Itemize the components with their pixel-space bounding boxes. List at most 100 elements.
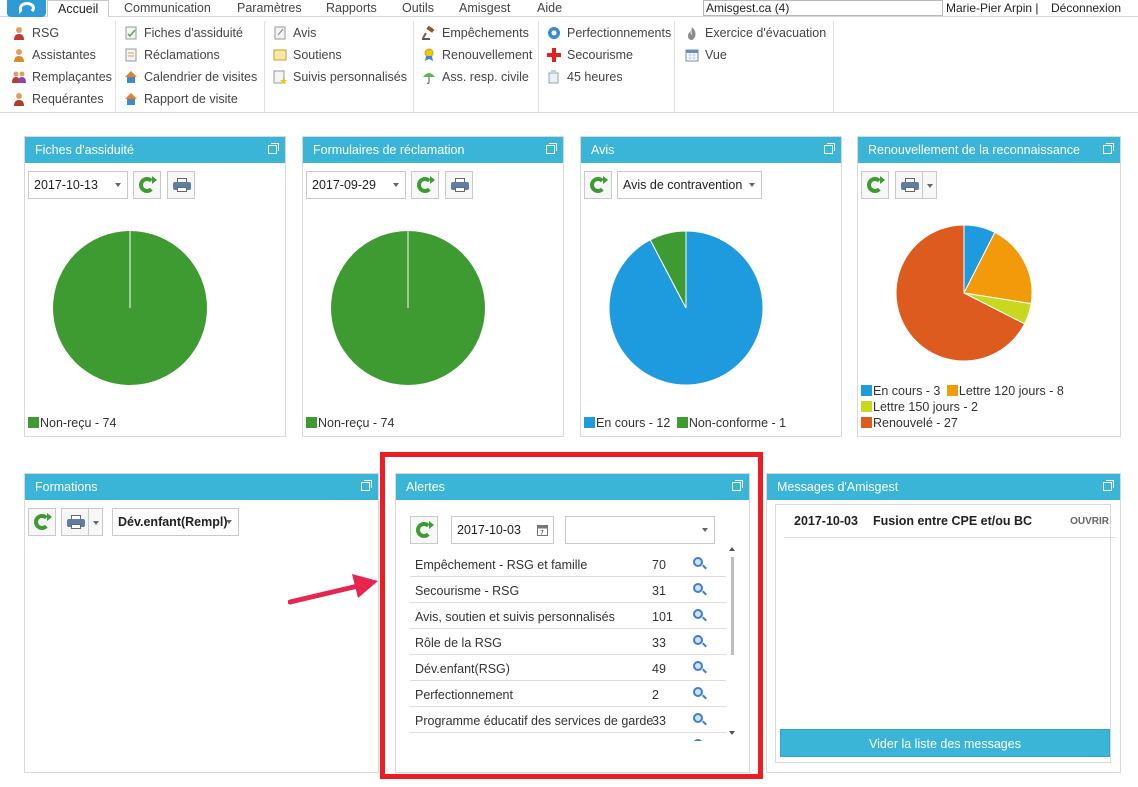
ribbon-group-training: Perfectionnements Secourisme 45 heures	[539, 21, 675, 113]
panel-title: Messages d'Amisgest	[767, 474, 1120, 500]
panel-formulaires-reclamation: Formulaires de réclamation 2017-09-29 No…	[302, 136, 564, 437]
training-icon	[548, 27, 560, 39]
formation-select[interactable]: Dév.enfant(Rempl)	[112, 508, 239, 536]
refresh-button[interactable]	[411, 171, 439, 199]
message-open-button[interactable]: OUVRIR	[1070, 505, 1109, 538]
alert-count: 49	[652, 662, 666, 676]
alert-filter-select[interactable]	[565, 516, 715, 544]
tab-outils[interactable]: Outils	[402, 0, 434, 17]
alert-count: 2	[652, 688, 659, 702]
magnifier-icon[interactable]	[693, 661, 703, 671]
tab-amisgest[interactable]: Amisgest	[459, 0, 510, 17]
alert-row[interactable]: Programme éducatif des services de garde…	[410, 707, 726, 733]
maximize-icon[interactable]	[546, 143, 557, 154]
magnifier-icon[interactable]	[693, 687, 703, 697]
pie-chart	[331, 231, 485, 385]
printer-icon	[901, 178, 919, 192]
alert-row[interactable]: Perfectionnement 2	[410, 681, 726, 707]
panel-fiches-assiduite: Fiches d'assiduité 2017-10-13 Non-reçu -…	[24, 136, 286, 437]
logout-link[interactable]: Déconnexion	[1051, 1, 1121, 15]
avis-type-select[interactable]: Avis de contravention	[617, 171, 762, 199]
maximize-icon[interactable]	[268, 143, 279, 154]
calendar-icon[interactable]: 7	[537, 524, 548, 536]
tab-communication[interactable]: Communication	[124, 0, 211, 17]
house-icon	[125, 71, 137, 83]
maximize-icon[interactable]	[1103, 143, 1114, 154]
app-logo-icon[interactable]	[7, 0, 46, 17]
alert-row[interactable]: Empêchement - RSG et famille 70	[410, 551, 726, 577]
refresh-button[interactable]	[584, 171, 612, 199]
magnifier-icon[interactable]	[693, 583, 703, 593]
printer-icon	[67, 515, 85, 529]
maximize-icon[interactable]	[824, 143, 835, 154]
person-icon	[14, 27, 24, 40]
magnifier-icon[interactable]	[693, 609, 703, 619]
message-title: Fusion entre CPE et/ou BC	[873, 514, 1033, 528]
chart-legend: Renouvelé - 27	[861, 416, 958, 430]
magnifier-icon[interactable]	[693, 635, 703, 645]
message-date: 2017-10-03	[794, 514, 858, 528]
pointer-arrow-icon	[288, 574, 378, 605]
ribbon-group-files: Fiches d'assiduité Réclamations Calendri…	[116, 21, 265, 113]
person-icon	[14, 49, 24, 62]
top-bar: Accueil Communication Paramètres Rapport…	[0, 0, 1138, 18]
print-options-dropdown[interactable]	[923, 171, 937, 199]
tab-parametres[interactable]: Paramètres	[237, 0, 302, 17]
site-selector-input[interactable]: Amisgest.ca (4)	[703, 0, 943, 16]
print-options-dropdown[interactable]	[89, 508, 103, 536]
alert-row[interactable]: Rôle de la RSG 33	[410, 629, 726, 655]
ribbon-group-obligations: Empêchements Renouvellement Ass. resp. c…	[414, 21, 539, 113]
note-icon	[274, 26, 286, 40]
certificate-icon	[424, 48, 434, 61]
panel-messages: Messages d'Amisgest 2017-10-03 Fusion en…	[766, 473, 1121, 773]
print-button[interactable]	[167, 171, 195, 199]
refresh-icon	[139, 176, 157, 193]
ribbon-group-people: RSG Assistantes Remplaçantes Requérantes	[0, 21, 116, 113]
document-check-icon	[125, 26, 137, 40]
hours-document-icon	[548, 70, 559, 84]
magnifier-icon[interactable]	[693, 713, 703, 723]
refresh-button[interactable]	[861, 171, 889, 199]
refresh-button[interactable]	[133, 171, 161, 199]
magnifier-icon[interactable]	[693, 739, 703, 741]
alerts-scrollbar[interactable]	[726, 547, 738, 743]
alerts-list: Empêchement - RSG et famille 70 Secourisme…	[410, 551, 726, 741]
refresh-icon	[416, 521, 434, 538]
print-button[interactable]	[61, 508, 89, 536]
gavel-icon	[422, 26, 435, 40]
tab-rapports[interactable]: Rapports	[326, 0, 377, 17]
maximize-icon[interactable]	[732, 480, 743, 491]
message-item: 2017-10-03 Fusion entre CPE et/ou BC OUV…	[784, 505, 1115, 538]
alert-name: Avis, soutien et suivis personnalisés	[415, 610, 615, 624]
pie-chart	[608, 230, 764, 386]
maximize-icon[interactable]	[1103, 480, 1114, 491]
alert-row[interactable]: Reconnaissance 150 jours 28	[410, 733, 726, 741]
refresh-icon	[590, 176, 608, 193]
refresh-icon	[867, 176, 885, 193]
refresh-button[interactable]	[410, 516, 438, 544]
panel-title: Formations	[25, 474, 378, 500]
magnifier-icon[interactable]	[693, 557, 703, 567]
tab-aide[interactable]: Aide	[537, 0, 562, 17]
star-document-icon	[273, 70, 287, 84]
maximize-icon[interactable]	[361, 480, 372, 491]
print-button[interactable]	[895, 171, 923, 199]
svg-text:7: 7	[540, 530, 544, 537]
person-icon	[14, 93, 24, 106]
alert-row[interactable]: Dév.enfant(RSG) 49	[410, 655, 726, 681]
tab-accueil[interactable]: Accueil	[47, 0, 110, 18]
alert-date-input[interactable]: 2017-10-03 7	[451, 516, 554, 544]
refresh-button[interactable]	[28, 508, 56, 536]
date-select[interactable]: 2017-10-13	[28, 171, 128, 199]
alert-row[interactable]: Secourisme - RSG 31	[410, 577, 726, 603]
chart-legend: Non-reçu - 74	[306, 416, 394, 430]
date-select[interactable]: 2017-09-29	[306, 171, 406, 199]
panel-title: Avis	[581, 137, 841, 163]
alert-count: 31	[652, 584, 666, 598]
clear-messages-button[interactable]: Vider la liste des messages	[780, 729, 1110, 757]
alert-row[interactable]: Avis, soutien et suivis personnalisés 101	[410, 603, 726, 629]
house-icon	[125, 93, 137, 105]
ribbon: RSG Assistantes Remplaçantes Requérantes…	[0, 17, 1138, 113]
alert-name: Dév.enfant(RSG)	[415, 662, 510, 676]
print-button[interactable]	[445, 171, 473, 199]
